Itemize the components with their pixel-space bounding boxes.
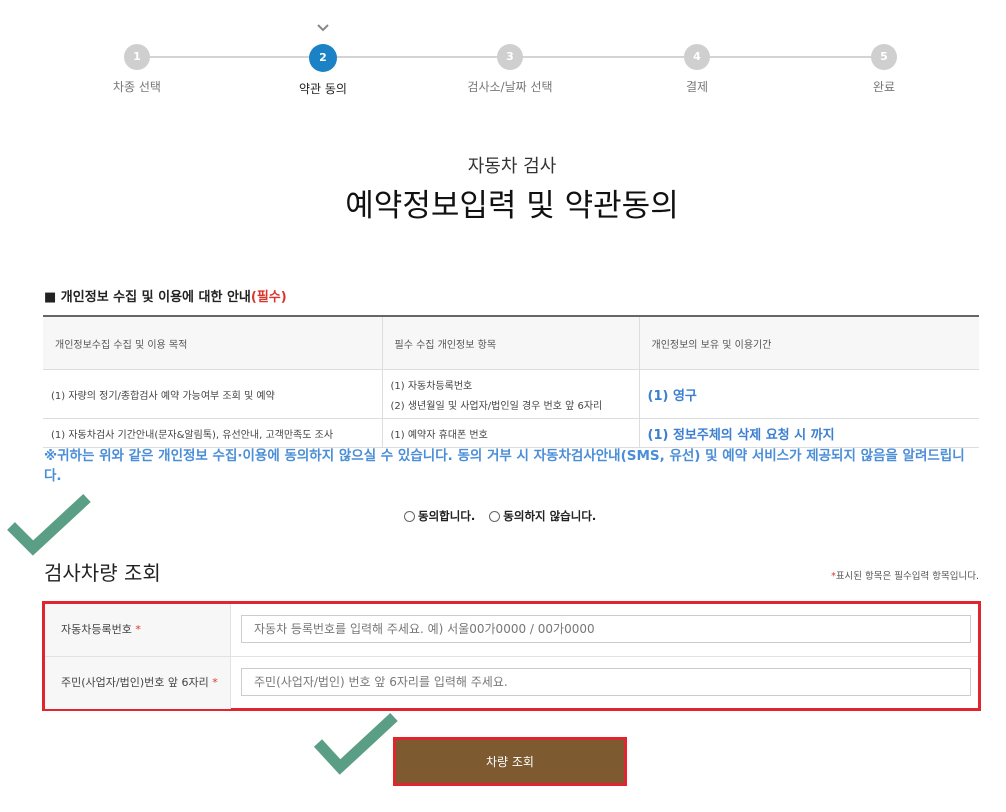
- step-label: 약관 동의: [299, 82, 347, 96]
- plate-label: 자동차등록번호 *: [45, 604, 231, 656]
- agree-label: 동의합니다.: [418, 509, 476, 523]
- table-row: (1) 자량의 정기/종합검사 예약 가능여부 조회 및 예약 (1) 자동차등…: [43, 369, 979, 419]
- table-header: 필수 수집 개인정보 항목: [382, 315, 640, 370]
- vehicle-form: 자동차등록번호 * 주민(사업자/법인)번호 앞 6자리 *: [42, 601, 981, 711]
- page-subtitle: 자동차 검사: [467, 156, 557, 177]
- table-header: 개인정보의 보유 및 이용기간: [639, 315, 979, 370]
- privacy-notice: ※귀하는 위와 같은 개인정보 수집·이용에 동의하지 않으실 수 있습니다. …: [44, 448, 965, 484]
- privacy-section-title: ■ 개인정보 수집 및 이용에 대한 안내(필수): [44, 286, 287, 305]
- radio-icon[interactable]: [404, 510, 415, 522]
- required-star: *: [212, 676, 218, 689]
- id-label-text: 주민(사업자/법인)번호 앞 6자리: [61, 676, 209, 689]
- disagree-radio[interactable]: 동의하지 않습니다.: [489, 508, 596, 524]
- vehicle-search-button[interactable]: 차량 조회: [393, 737, 627, 786]
- table-cell-period: (1) 정보주체의 삭제 요청 시 까지: [639, 418, 979, 448]
- agree-radio[interactable]: 동의합니다.: [404, 508, 475, 524]
- table-cell-items: (1) 예약자 휴대폰 번호: [382, 418, 640, 448]
- step-3: 3 검사소/날짜 선택: [440, 44, 580, 95]
- required-label: (필수): [250, 290, 287, 305]
- step-label: 완료: [872, 80, 896, 94]
- table-cell-period: (1) 영구: [639, 369, 979, 419]
- privacy-title-text: ■ 개인정보 수집 및 이용에 대한 안내: [44, 290, 251, 305]
- step-number: 1: [124, 44, 150, 70]
- radio-icon[interactable]: [489, 510, 501, 522]
- table-header: 개인정보수집 수집 및 이용 목적: [43, 315, 383, 370]
- step-number: 3: [497, 44, 523, 70]
- step-4: 4 결제: [627, 44, 767, 95]
- check-icon: [7, 493, 91, 556]
- id-number-input[interactable]: [241, 668, 971, 696]
- required-note-text: 표시된 항목은 필수입력 항목입니다.: [835, 571, 979, 582]
- form-row-plate: 자동차등록번호 *: [45, 604, 978, 657]
- required-note: *표시된 항목은 필수입력 항목입니다.: [831, 568, 979, 582]
- step-5: 5 완료: [814, 44, 954, 95]
- step-1: 1 차종 선택: [67, 44, 207, 95]
- progress-stepper: 1 차종 선택 2 약관 동의 3 검사소/날짜 선택 4 결제 5 완료: [0, 0, 1006, 110]
- disagree-label: 동의하지 않습니다.: [503, 509, 597, 523]
- check-icon: [313, 712, 398, 775]
- table-row: (1) 자동차검사 기간안내(문자&알림톡), 유선안내, 고객만족도 조사 (…: [43, 418, 979, 448]
- step-label: 차종 선택: [113, 80, 161, 94]
- check-icon: [317, 24, 329, 32]
- plate-number-input[interactable]: [241, 615, 971, 643]
- privacy-table: 개인정보수집 수집 및 이용 목적 필수 수집 개인정보 항목 개인정보의 보유…: [43, 315, 979, 448]
- vehicle-section-title: 검사차량 조회: [44, 561, 161, 585]
- table-cell-items: (1) 자동차등록번호 (2) 생년월일 및 사업자/법인일 경우 번호 앞 6…: [382, 369, 640, 419]
- table-header-row: 개인정보수집 수집 및 이용 목적 필수 수집 개인정보 항목 개인정보의 보유…: [43, 315, 979, 370]
- id-label: 주민(사업자/법인)번호 앞 6자리 *: [45, 657, 231, 709]
- consent-radio-group: 동의합니다. 동의하지 않습니다.: [404, 508, 596, 524]
- step-number: 4: [684, 44, 710, 70]
- step-number: 5: [871, 44, 897, 70]
- form-row-id: 주민(사업자/법인)번호 앞 6자리 *: [45, 657, 978, 709]
- required-star: *: [135, 623, 141, 636]
- item-line: (1) 자동차등록번호: [390, 380, 473, 392]
- page-title: 예약정보입력 및 약관동의: [345, 188, 679, 224]
- table-cell-purpose: (1) 자동차검사 기간안내(문자&알림톡), 유선안내, 고객만족도 조사: [43, 418, 383, 448]
- table-cell-purpose: (1) 자량의 정기/종합검사 예약 가능여부 조회 및 예약: [43, 369, 383, 419]
- plate-label-text: 자동차등록번호: [61, 623, 132, 636]
- step-2: 2 약관 동의: [253, 24, 393, 97]
- step-number: 2: [309, 24, 337, 72]
- step-label: 검사소/날짜 선택: [467, 80, 553, 94]
- item-line: (2) 생년월일 및 사업자/법인일 경우 번호 앞 6자리: [390, 400, 603, 412]
- step-label: 결제: [685, 80, 709, 94]
